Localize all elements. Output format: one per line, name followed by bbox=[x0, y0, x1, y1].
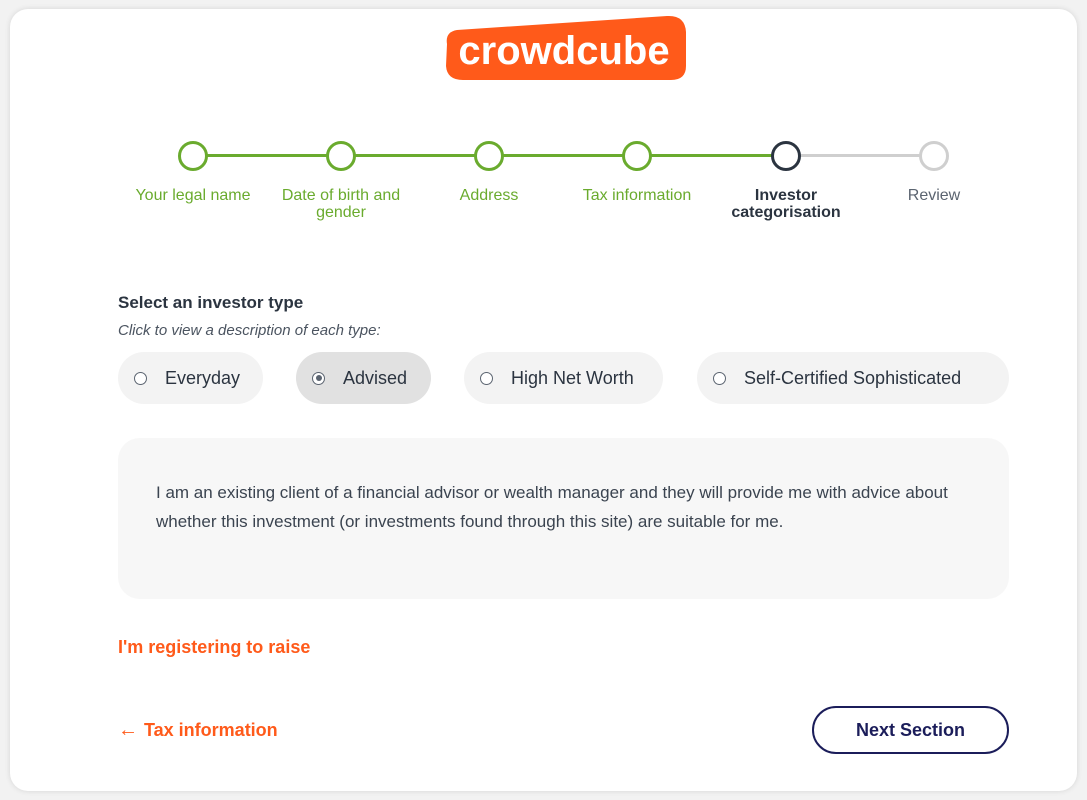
radio-selected-icon bbox=[312, 371, 325, 385]
step-label-dob: Date of birth and gender bbox=[281, 187, 401, 221]
back-link-label: Tax information bbox=[144, 720, 278, 740]
registering-to-raise-link[interactable]: I'm registering to raise bbox=[118, 637, 310, 658]
stepper-line-pending bbox=[786, 154, 934, 157]
back-to-tax-information-link[interactable]: ← Tax information bbox=[118, 719, 278, 742]
radio-empty-icon bbox=[480, 371, 493, 385]
option-advised[interactable]: Advised bbox=[296, 352, 431, 404]
step-label-tax: Tax information bbox=[582, 187, 692, 204]
step-circle-investor-categorisation bbox=[771, 141, 801, 171]
step-circle-address bbox=[474, 141, 504, 171]
option-label: Everyday bbox=[165, 367, 241, 388]
option-self-certified-sophisticated[interactable]: Self-Certified Sophisticated bbox=[697, 352, 1009, 404]
step-label-investor-categorisation: Investor categorisation bbox=[731, 187, 841, 221]
option-label: Self-Certified Sophisticated bbox=[744, 367, 962, 388]
option-label: Advised bbox=[343, 367, 408, 388]
arrow-left-icon: ← bbox=[118, 719, 138, 741]
investor-type-description: I am an existing client of a financial a… bbox=[118, 438, 1009, 599]
step-label-legal-name: Your legal name bbox=[135, 187, 251, 204]
step-circle-tax bbox=[622, 141, 652, 171]
progress-stepper: Your legal name Date of birth and gender… bbox=[0, 0, 1087, 240]
radio-empty-icon bbox=[134, 371, 147, 385]
next-section-button[interactable]: Next Section bbox=[812, 706, 1009, 754]
step-circle-legal-name bbox=[178, 141, 208, 171]
option-everyday[interactable]: Everyday bbox=[118, 352, 263, 404]
investor-type-hint: Click to view a description of each type… bbox=[118, 322, 381, 339]
step-label-review: Review bbox=[907, 187, 961, 204]
option-high-net-worth[interactable]: High Net Worth bbox=[464, 352, 663, 404]
step-label-address: Address bbox=[459, 187, 519, 204]
radio-empty-icon bbox=[713, 371, 726, 385]
investor-type-title: Select an investor type bbox=[118, 293, 304, 312]
step-circle-dob bbox=[326, 141, 356, 171]
step-circle-review bbox=[919, 141, 949, 171]
option-label: High Net Worth bbox=[511, 367, 634, 388]
